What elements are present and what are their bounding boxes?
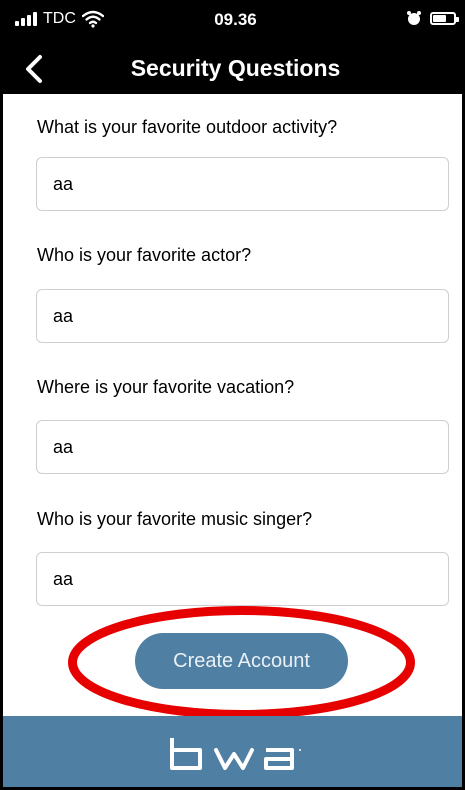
status-bar: TDC 09.36 xyxy=(3,0,462,44)
battery-icon xyxy=(430,11,459,25)
battery-level xyxy=(433,14,447,22)
nav-bar: Security Questions xyxy=(3,44,462,94)
status-time: 09.36 xyxy=(214,10,257,29)
answer-value: aa xyxy=(53,437,74,457)
question-label: Who is your favorite music singer? xyxy=(37,509,313,529)
alarm-icon xyxy=(407,11,421,25)
question-label: Where is your favorite vacation? xyxy=(37,377,295,397)
footer-bar xyxy=(3,716,462,787)
answer-value: aa xyxy=(53,306,74,326)
answer-field-outdoor-activity[interactable]: aa xyxy=(36,157,449,211)
answer-value: aa xyxy=(53,174,74,194)
answer-field-actor[interactable]: aa xyxy=(36,289,449,343)
answer-field-music-singer[interactable]: aa xyxy=(36,552,449,606)
answer-value: aa xyxy=(53,569,74,589)
status-right xyxy=(406,10,459,26)
question-label: What is your favorite outdoor activity? xyxy=(37,117,338,137)
create-account-button[interactable]: Create Account xyxy=(135,633,348,689)
answer-field-vacation[interactable]: aa xyxy=(36,420,449,474)
page-title: Security Questions xyxy=(130,55,341,81)
question-label: Who is your favorite actor? xyxy=(37,245,252,265)
app-screen: TDC 09.36 Security Questions What is you… xyxy=(0,0,465,790)
bwa-logo xyxy=(170,738,301,770)
